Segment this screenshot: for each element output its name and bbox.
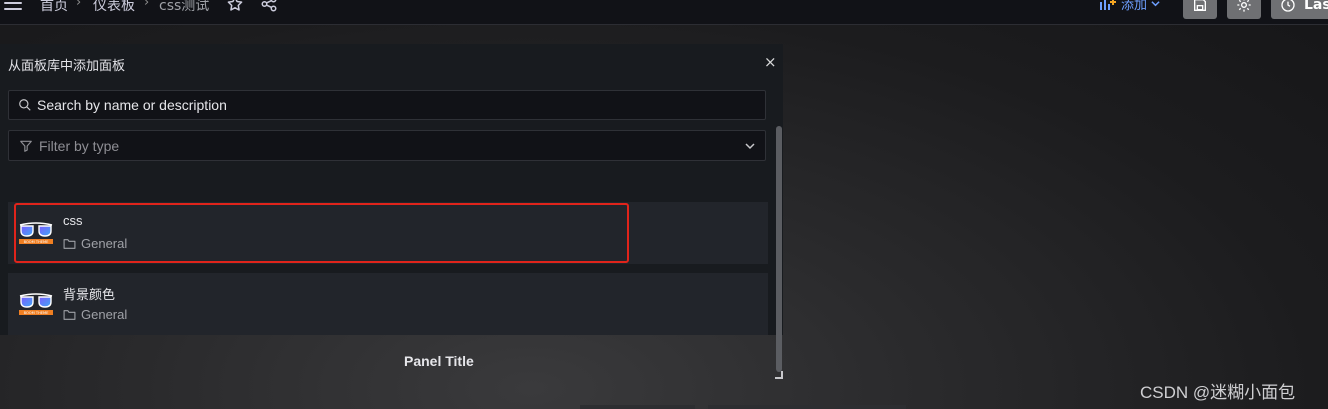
add-button[interactable]: 添加 <box>1099 0 1160 13</box>
boom-theme-logo-icon: BOOM THEME <box>19 293 53 315</box>
chevron-down-icon <box>745 143 755 150</box>
breadcrumb-dashboards[interactable]: 仪表板 <box>93 0 135 15</box>
gear-icon <box>1237 0 1251 12</box>
folder-icon <box>63 309 76 320</box>
filter-icon <box>20 140 32 152</box>
scrollbar-thumb[interactable] <box>776 126 782 372</box>
add-button-label: 添加 <box>1121 0 1148 13</box>
menu-icon[interactable] <box>4 0 22 10</box>
panel-title[interactable]: Panel Title <box>404 353 474 369</box>
search-field[interactable] <box>8 90 766 120</box>
time-range-picker[interactable]: Las <box>1271 0 1328 19</box>
filter-by-type-select[interactable]: Filter by type <box>8 130 766 161</box>
breadcrumb-separator-icon: › <box>76 0 82 10</box>
library-panel-name: 背景颜色 <box>63 287 116 302</box>
chevron-down-icon <box>1151 1 1160 7</box>
panel-library-title: 从面板库中添加面板 <box>8 59 126 74</box>
clock-icon <box>1281 0 1295 12</box>
search-input[interactable] <box>37 91 737 119</box>
breadcrumb-separator-icon: › <box>144 0 150 10</box>
star-icon[interactable] <box>226 0 244 13</box>
library-panel-folder-label: General <box>81 307 128 322</box>
scrollbar[interactable] <box>776 126 782 376</box>
library-panel-folder: General <box>63 307 127 322</box>
watermark: CSDN @迷糊小面包 <box>1140 383 1296 402</box>
highlight-annotation <box>14 203 629 263</box>
breadcrumb-home[interactable]: 首页 <box>40 0 68 15</box>
library-panel-item[interactable]: BOOM THEME 背景颜色 General <box>8 273 768 335</box>
time-range-label: Las <box>1304 0 1328 13</box>
save-dashboard-button[interactable] <box>1183 0 1217 19</box>
top-navbar: 首页 › 仪表板 › css测试 添加 Las <box>0 0 1328 25</box>
add-panel-icon <box>1100 0 1116 10</box>
panel-edge-strips <box>580 405 910 409</box>
resize-handle-icon[interactable] <box>775 371 783 379</box>
panel-library-pane: 从面板库中添加面板 × Filter by type <box>0 44 783 379</box>
dashboard-settings-button[interactable] <box>1227 0 1261 19</box>
share-icon[interactable] <box>260 0 278 13</box>
filter-placeholder: Filter by type <box>39 138 120 154</box>
thumb-banner-text: BOOM THEME <box>24 311 50 315</box>
search-icon <box>19 99 31 111</box>
breadcrumb-current-dashboard: css测试 <box>159 0 210 14</box>
close-icon[interactable]: × <box>764 54 777 70</box>
save-icon <box>1194 0 1206 11</box>
